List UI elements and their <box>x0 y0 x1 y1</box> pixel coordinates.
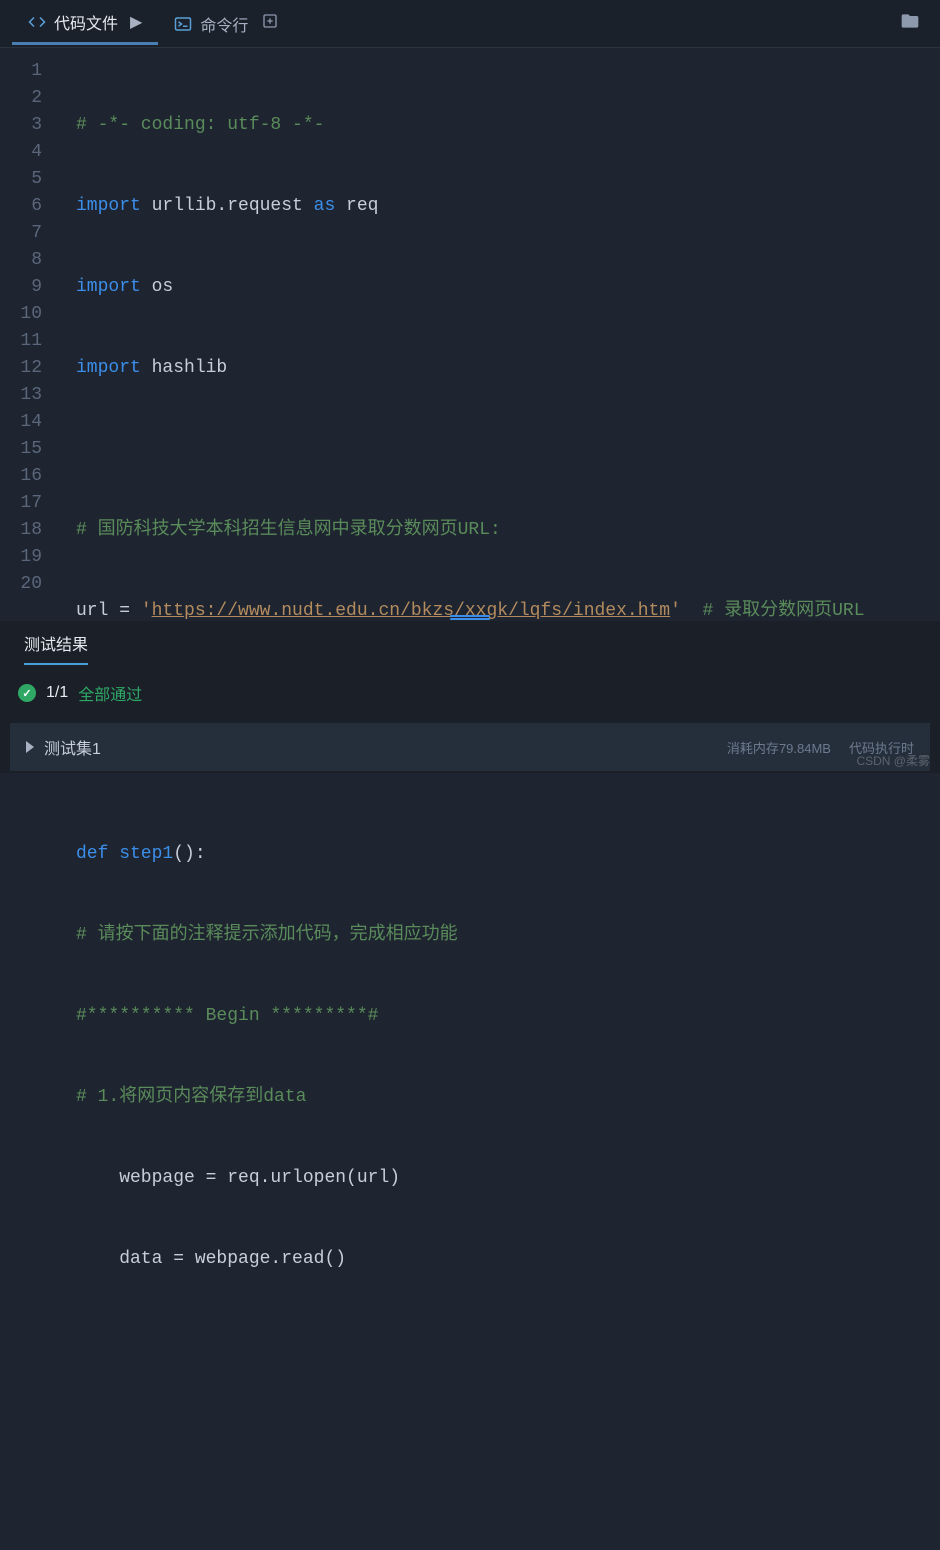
test-set-row[interactable]: 测试集1 消耗内存79.84MB 代码执行时 <box>10 723 930 771</box>
results-status-row: ✓ 1/1 全部通过 <box>0 671 940 715</box>
code-editor[interactable]: 1234567891011121314151617181920 # -*- co… <box>0 48 940 613</box>
results-panel: 测试结果 ✓ 1/1 全部通过 测试集1 消耗内存79.84MB 代码执行时 <box>0 621 940 773</box>
test-set-label: 测试集1 <box>44 735 101 759</box>
check-circle-icon: ✓ <box>18 684 36 702</box>
tab-command-line[interactable]: 命令行 <box>158 4 294 44</box>
top-tab-bar: 代码文件 ▶ 命令行 <box>0 0 940 48</box>
line-gutter: 1234567891011121314151617181920 <box>0 48 56 613</box>
folder-icon[interactable] <box>892 3 928 44</box>
code-area[interactable]: # -*- coding: utf-8 -*- import urllib.re… <box>56 48 940 613</box>
results-tab-bar: 测试结果 <box>0 621 940 671</box>
chevron-right-icon: ▶ <box>130 12 142 32</box>
tab-code-file[interactable]: 代码文件 ▶ <box>12 2 158 45</box>
tab-label: 命令行 <box>200 12 248 36</box>
watermark: CSDN @柔雾 <box>856 752 930 769</box>
terminal-icon <box>174 15 192 33</box>
pass-label: 全部通过 <box>78 681 142 705</box>
chevron-right-icon <box>26 741 34 753</box>
new-terminal-icon[interactable] <box>262 13 278 34</box>
pass-count: 1/1 <box>46 684 68 702</box>
tab-label: 代码文件 <box>54 10 118 34</box>
code-icon <box>28 13 46 31</box>
grip-icon <box>450 614 490 620</box>
tab-test-results[interactable]: 测试结果 <box>24 631 88 665</box>
